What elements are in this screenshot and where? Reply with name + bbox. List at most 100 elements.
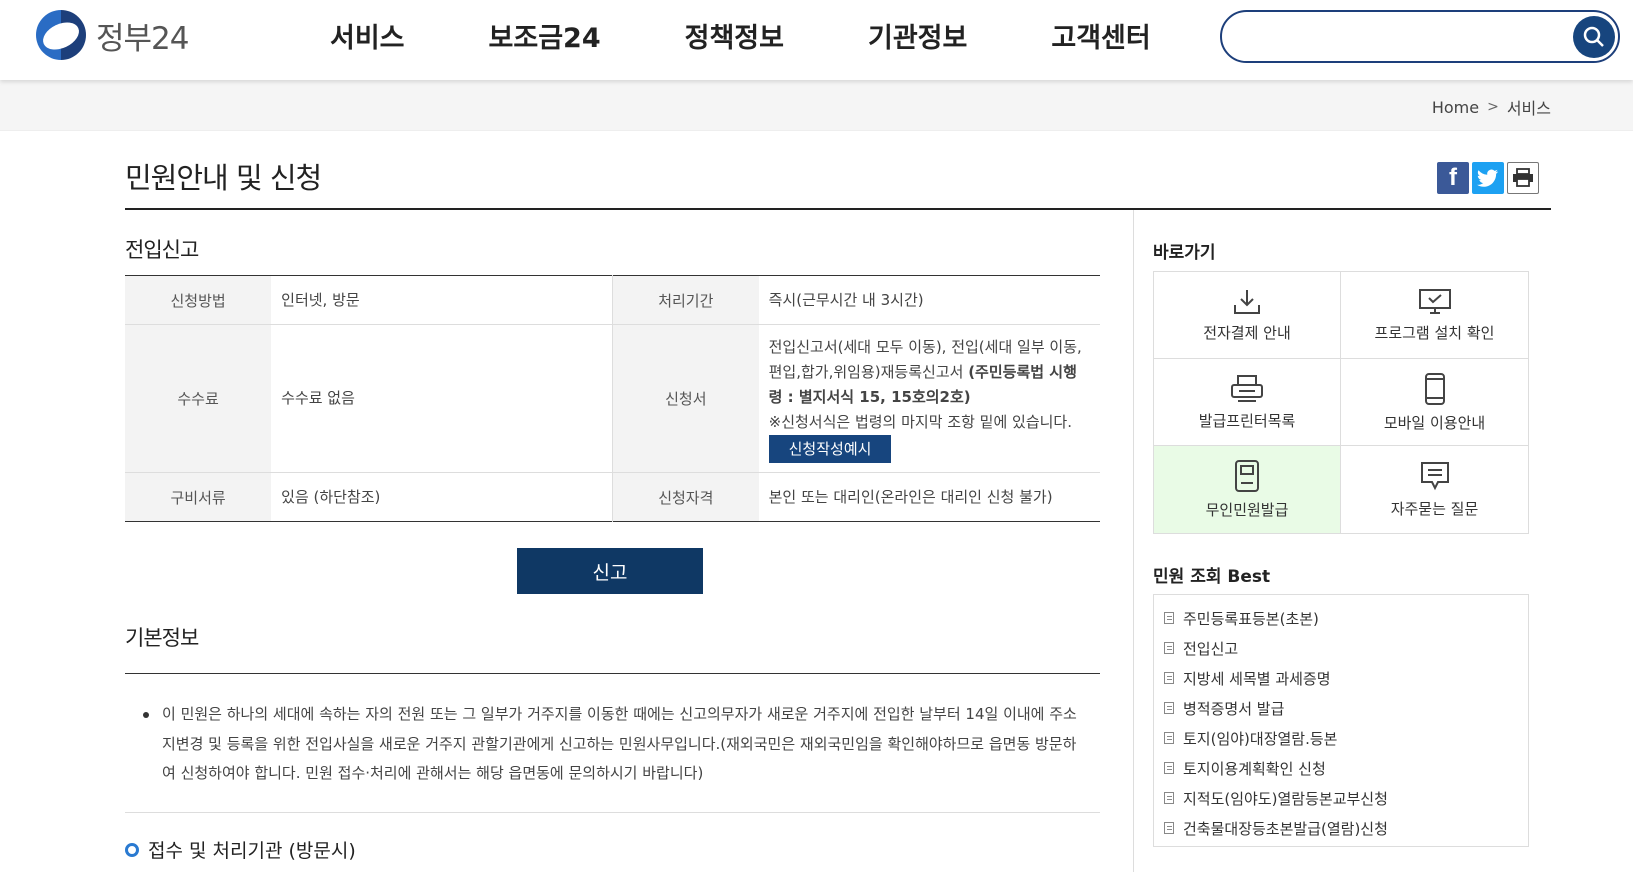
chevron-right-icon: > xyxy=(1487,99,1499,115)
document-icon xyxy=(1164,792,1174,804)
list-item-label: 토지(임야)대장열람.등본 xyxy=(1183,729,1338,748)
logo[interactable]: 정부24 xyxy=(36,10,189,60)
value-fee: 수수료 없음 xyxy=(271,324,613,473)
best-title: 민원 조회 Best xyxy=(1153,567,1271,587)
document-icon xyxy=(1164,642,1174,654)
quick-link-label: 발급프린터목록 xyxy=(1198,411,1296,430)
basic-info-text: 이 민원은 하나의 세대에 속하는 자의 전원 또는 그 일부가 거주지를 이동… xyxy=(162,705,1077,782)
mobile-icon xyxy=(1424,372,1445,405)
nav-item-policy[interactable]: 정책정보 xyxy=(685,16,784,55)
print-icon[interactable] xyxy=(1507,162,1539,194)
quick-link-label: 전자결제 안내 xyxy=(1203,323,1291,342)
bullet-icon xyxy=(143,712,149,718)
logo-text: 정부24 xyxy=(96,20,189,57)
share-tools: f xyxy=(1434,162,1539,194)
form-note: ※신청서식은 법령의 마지막 조항 밑에 있습니다. xyxy=(768,412,1073,431)
list-item[interactable]: 토지이용계획확인 신청 xyxy=(1164,753,1528,783)
sub-section-label: 접수 및 처리기관 (방문시) xyxy=(148,840,356,862)
list-item[interactable]: 전입신고 xyxy=(1164,633,1528,663)
quick-links-title: 바로가기 xyxy=(1153,243,1216,263)
breadcrumb-current[interactable]: 서비스 xyxy=(1507,95,1551,119)
list-item[interactable]: 건축물대장등초본발급(열람)신청 xyxy=(1164,813,1528,843)
document-icon xyxy=(1164,672,1174,684)
quick-link-program-check[interactable]: 프로그램 설치 확인 xyxy=(1341,272,1528,359)
value-eligibility: 본인 또는 대리인(온라인은 대리인 신청 불가) xyxy=(768,487,1053,506)
basic-info-title: 기본정보 xyxy=(125,626,199,650)
quick-link-faq[interactable]: 자주묻는 질문 xyxy=(1341,446,1528,533)
report-button[interactable]: 신고 xyxy=(517,548,703,594)
breadcrumb: Home > 서비스 xyxy=(1432,95,1551,119)
taegeuk-logo-icon xyxy=(36,10,86,60)
document-icon xyxy=(1164,822,1174,834)
nav-item-customer[interactable]: 고객센터 xyxy=(1051,16,1150,55)
list-item-label: 토지이용계획확인 신청 xyxy=(1183,759,1326,778)
basic-info-divider xyxy=(125,673,1100,674)
table-row: 구비서류 있음 (하단참조) 신청자격 본인 또는 대리인(온라인은 대리인 신… xyxy=(125,472,1100,522)
list-item-label: 병적증명서 발급 xyxy=(1183,699,1285,718)
breadcrumb-bar: Home > 서비스 xyxy=(0,80,1633,131)
value-period: 즉시(근무시간 내 3시간) xyxy=(758,275,1100,325)
header-eligibility: 신청자격 xyxy=(611,472,759,522)
table-row: 수수료 수수료 없음 신청서 전입신고서(세대 모두 이동), 전입(세대 일부… xyxy=(125,324,1100,473)
document-icon xyxy=(1164,732,1174,744)
list-item-label: 전입신고 xyxy=(1183,639,1239,658)
chat-icon xyxy=(1420,462,1449,491)
facebook-icon[interactable]: f xyxy=(1437,162,1469,194)
value-method: 인터넷, 방문 xyxy=(271,275,613,325)
header-period: 처리기간 xyxy=(611,275,759,325)
service-info-table: 신청방법 인터넷, 방문 처리기간 즉시(근무시간 내 3시간) 수수료 수수료… xyxy=(125,275,1100,522)
document-icon xyxy=(1164,702,1174,714)
title-divider xyxy=(125,208,1551,210)
list-item[interactable]: 병적증명서 발급 xyxy=(1164,693,1528,723)
quick-link-kiosk[interactable]: 무인민원발급 xyxy=(1154,446,1341,533)
nav-item-agency[interactable]: 기관정보 xyxy=(868,16,967,55)
search-box xyxy=(1220,10,1620,63)
quick-link-label: 프로그램 설치 확인 xyxy=(1374,323,1495,342)
quick-links-grid: 전자결제 안내 프로그램 설치 확인 발급프린터목록 모바일 이용안내 무인민원… xyxy=(1153,271,1529,534)
form-example-button[interactable]: 신청작성예시 xyxy=(768,434,892,463)
monitor-icon xyxy=(1418,288,1451,314)
breadcrumb-home[interactable]: Home xyxy=(1432,98,1479,117)
document-icon xyxy=(1164,612,1174,624)
quick-link-label: 무인민원발급 xyxy=(1205,501,1289,519)
list-item[interactable]: 지적도(임야도)열람등본교부신청 xyxy=(1164,783,1528,813)
service-title: 전입신고 xyxy=(125,238,199,262)
list-item-label: 지적도(임야도)열람등본교부신청 xyxy=(1183,789,1388,808)
quick-link-mobile[interactable]: 모바일 이용안내 xyxy=(1341,359,1528,446)
value-form: 전입신고서(세대 모두 이동), 전입(세대 일부 이동, 편입,합가,위임용)… xyxy=(758,324,1100,473)
value-docs: 있음 (하단참조) xyxy=(281,487,381,506)
printer-icon xyxy=(1231,374,1263,402)
twitter-icon[interactable] xyxy=(1472,162,1504,194)
list-item[interactable]: 주민등록표등본(초본) xyxy=(1164,603,1528,633)
list-item-label: 건축물대장등초본발급(열람)신청 xyxy=(1183,819,1388,838)
main-nav: 서비스 보조금24 정책정보 기관정보 고객센터 xyxy=(330,16,1235,55)
section-divider xyxy=(125,812,1100,813)
table-row: 신청방법 인터넷, 방문 처리기간 즉시(근무시간 내 3시간) xyxy=(125,275,1100,325)
header-docs: 구비서류 xyxy=(125,472,272,522)
download-icon xyxy=(1234,289,1260,314)
quick-link-printer-list[interactable]: 발급프린터목록 xyxy=(1154,359,1341,446)
header: 정부24 서비스 보조금24 정책정보 기관정보 고객센터 xyxy=(0,0,1633,80)
list-item[interactable]: 토지(임야)대장열람.등본 xyxy=(1164,723,1528,753)
content-divider xyxy=(1133,210,1134,872)
quick-link-label: 모바일 이용안내 xyxy=(1383,413,1486,432)
ring-bullet-icon xyxy=(125,842,139,857)
quick-link-label: 자주묻는 질문 xyxy=(1390,500,1479,518)
list-item[interactable]: 지방세 세목별 과세증명 xyxy=(1164,663,1528,693)
search-button[interactable] xyxy=(1573,16,1615,58)
list-item-label: 지방세 세목별 과세증명 xyxy=(1183,669,1331,688)
page-title: 민원안내 및 신청 xyxy=(125,161,322,195)
header-fee: 수수료 xyxy=(125,324,272,473)
list-item-label: 주민등록표등본(초본) xyxy=(1183,609,1319,628)
nav-item-service[interactable]: 서비스 xyxy=(330,16,405,55)
header-method: 신청방법 xyxy=(125,275,272,325)
kiosk-icon xyxy=(1235,460,1259,492)
nav-item-subsidy[interactable]: 보조금24 xyxy=(489,16,601,55)
best-list: 주민등록표등본(초본) 전입신고 지방세 세목별 과세증명 병적증명서 발급 토… xyxy=(1153,594,1529,847)
quick-link-epayment[interactable]: 전자결제 안내 xyxy=(1154,272,1341,359)
document-icon xyxy=(1164,762,1174,774)
search-input[interactable] xyxy=(1240,20,1560,54)
search-icon xyxy=(1583,26,1604,47)
sub-section-title: 접수 및 처리기관 (방문시) xyxy=(125,836,356,863)
header-form: 신청서 xyxy=(611,324,759,473)
